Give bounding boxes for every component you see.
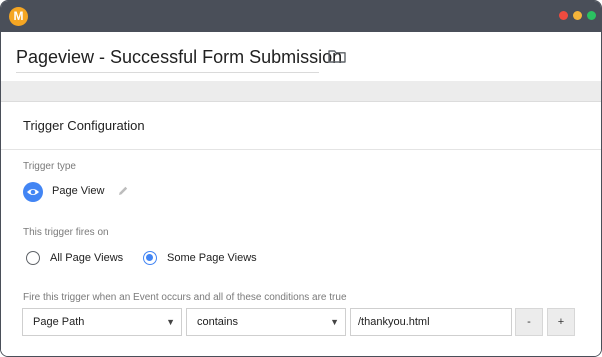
operator-select-value: contains <box>197 316 238 328</box>
caret-down-icon: ▼ <box>330 317 339 327</box>
some-page-views-radio[interactable] <box>143 251 157 265</box>
maximize-window-button[interactable] <box>587 11 596 20</box>
variable-select-value: Page Path <box>33 316 85 328</box>
condition-label: Fire this trigger when an Event occurs a… <box>23 292 347 303</box>
condition-value-text: /thankyou.html <box>358 316 430 328</box>
fires-on-label: This trigger fires on <box>23 227 109 238</box>
eye-icon[interactable] <box>23 182 43 202</box>
trigger-header: Pageview - Successful Form Submission <box>1 32 601 81</box>
pencil-icon[interactable] <box>117 185 129 197</box>
header-divider-band <box>1 81 601 102</box>
add-condition-button[interactable]: + <box>547 308 575 336</box>
trigger-type-value[interactable]: Page View <box>52 185 104 197</box>
some-page-views-label[interactable]: Some Page Views <box>167 252 257 264</box>
all-page-views-radio[interactable] <box>26 251 40 265</box>
caret-down-icon: ▼ <box>166 317 175 327</box>
minimize-window-button[interactable] <box>573 11 582 20</box>
condition-value-input[interactable]: /thankyou.html <box>350 308 512 336</box>
app-logo-icon: M <box>9 7 28 26</box>
section-divider <box>1 149 601 150</box>
title-bar: M <box>1 1 601 32</box>
all-page-views-label[interactable]: All Page Views <box>50 252 123 264</box>
close-window-button[interactable] <box>559 11 568 20</box>
folder-icon[interactable] <box>328 49 346 63</box>
trigger-type-label: Trigger type <box>23 161 76 172</box>
operator-select[interactable]: contains ▼ <box>186 308 346 336</box>
variable-select[interactable]: Page Path ▼ <box>22 308 182 336</box>
trigger-name-title[interactable]: Pageview - Successful Form Submission <box>16 47 342 68</box>
remove-condition-button[interactable]: - <box>515 308 543 336</box>
trigger-configuration-card: Trigger Configuration Trigger type Page … <box>1 102 601 356</box>
app-window: M Pageview - Successful Form Submission … <box>0 0 602 357</box>
title-underline <box>16 72 319 73</box>
section-title: Trigger Configuration <box>23 118 145 133</box>
